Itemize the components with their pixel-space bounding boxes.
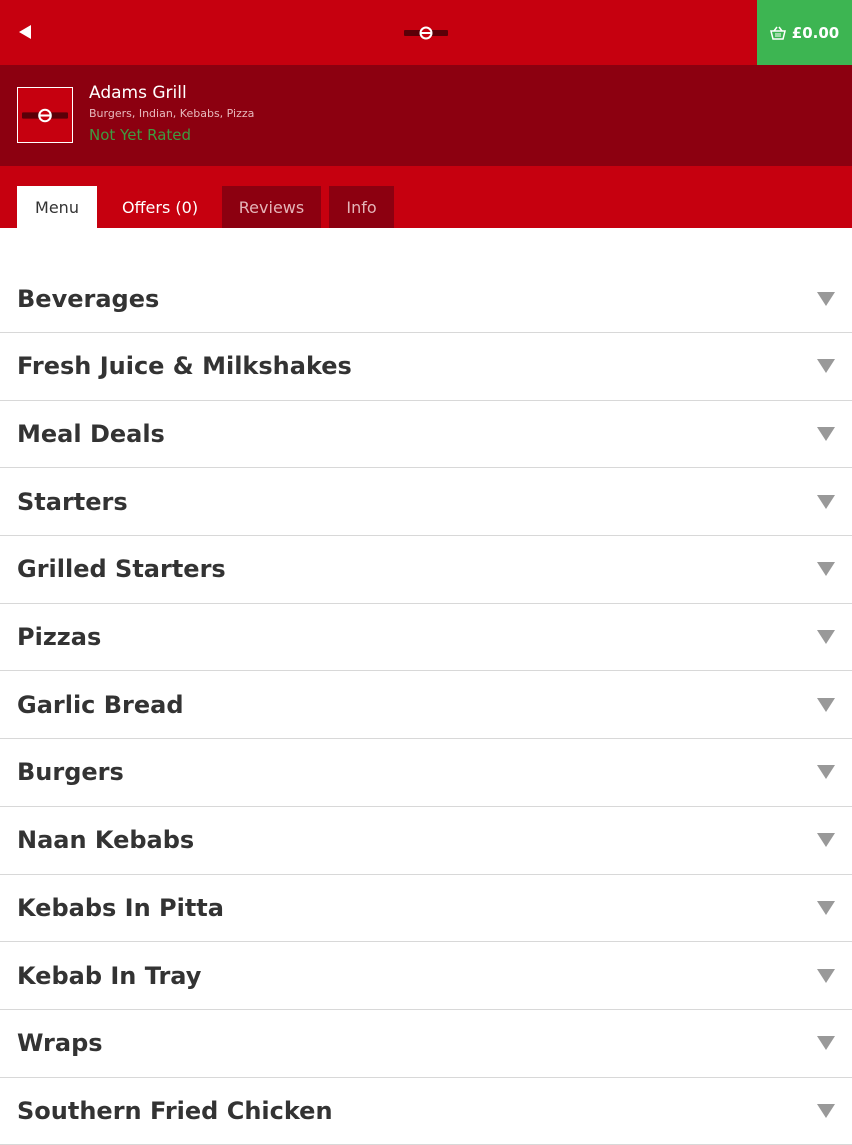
chevron-down-icon <box>817 494 835 509</box>
chevron-down-icon <box>817 833 835 848</box>
back-button[interactable] <box>10 16 40 48</box>
menu-category-label: Burgers <box>17 758 124 787</box>
basket-icon <box>769 26 786 40</box>
basket-button[interactable]: £0.00 <box>757 0 852 65</box>
basket-total: £0.00 <box>791 23 840 42</box>
menu-category-label: Naan Kebabs <box>17 826 195 855</box>
menu-category-label: Southern Fried Chicken <box>17 1096 333 1125</box>
chevron-down-icon <box>817 292 835 306</box>
menu-category-label: Grilled Starters <box>17 555 226 584</box>
restaurant-logo-mark <box>22 108 68 122</box>
menu-category-label: Beverages <box>17 285 160 313</box>
menu-category-list: Beverages Fresh Juice & Milkshakes Meal … <box>0 266 852 1145</box>
menu-category-pizzas[interactable]: Pizzas <box>0 604 852 672</box>
back-arrow-icon <box>19 25 31 39</box>
restaurant-name: Adams Grill <box>89 83 187 103</box>
chevron-down-icon <box>817 1103 835 1118</box>
chevron-down-icon <box>817 1036 835 1051</box>
tab-offers[interactable]: Offers (0) <box>105 186 215 228</box>
menu-category-label: Pizzas <box>17 623 102 652</box>
tab-bar: Menu Offers (0) Reviews Info <box>0 166 852 228</box>
chevron-down-icon <box>817 630 835 645</box>
menu-category-starters[interactable]: Starters <box>0 468 852 537</box>
chevron-down-icon <box>817 765 835 780</box>
menu-category-southern-fried-chicken[interactable]: Southern Fried Chicken <box>0 1078 852 1145</box>
menu-category-beverages[interactable]: Beverages <box>0 266 852 333</box>
top-bar: £0.00 <box>0 0 852 65</box>
restaurant-header: Adams Grill Burgers, Indian, Kebabs, Piz… <box>0 65 852 166</box>
menu-category-label: Fresh Juice & Milkshakes <box>17 352 352 381</box>
menu-category-wraps[interactable]: Wraps <box>0 1010 852 1078</box>
tab-info[interactable]: Info <box>329 186 394 228</box>
restaurant-logo <box>17 87 73 143</box>
menu-category-label: Garlic Bread <box>17 690 184 719</box>
chevron-down-icon <box>817 968 835 983</box>
menu-category-grilled-starters[interactable]: Grilled Starters <box>0 536 852 604</box>
chevron-down-icon <box>817 359 835 374</box>
menu-category-meal-deals[interactable]: Meal Deals <box>0 401 852 469</box>
menu-category-garlic-bread[interactable]: Garlic Bread <box>0 671 852 740</box>
menu-category-label: Meal Deals <box>17 420 165 449</box>
tab-menu[interactable]: Menu <box>17 186 97 228</box>
chevron-down-icon <box>817 427 835 442</box>
brand-logo <box>404 26 448 40</box>
chevron-down-icon <box>817 900 835 915</box>
restaurant-cuisines: Burgers, Indian, Kebabs, Pizza <box>89 107 255 120</box>
menu-category-label: Kebab In Tray <box>17 961 202 990</box>
menu-category-label: Starters <box>17 487 128 516</box>
menu-category-label: Kebabs In Pitta <box>17 893 224 922</box>
restaurant-rating: Not Yet Rated <box>89 126 192 144</box>
menu-category-kebab-in-tray[interactable]: Kebab In Tray <box>0 942 852 1010</box>
menu-category-burgers[interactable]: Burgers <box>0 739 852 807</box>
tab-reviews[interactable]: Reviews <box>222 186 321 228</box>
menu-category-kebabs-in-pitta[interactable]: Kebabs In Pitta <box>0 875 852 943</box>
menu-category-label: Wraps <box>17 1029 103 1058</box>
chevron-down-icon <box>817 697 835 712</box>
chevron-down-icon <box>817 562 835 577</box>
menu-category-fresh-juice-milkshakes[interactable]: Fresh Juice & Milkshakes <box>0 333 852 401</box>
menu-category-naan-kebabs[interactable]: Naan Kebabs <box>0 807 852 875</box>
